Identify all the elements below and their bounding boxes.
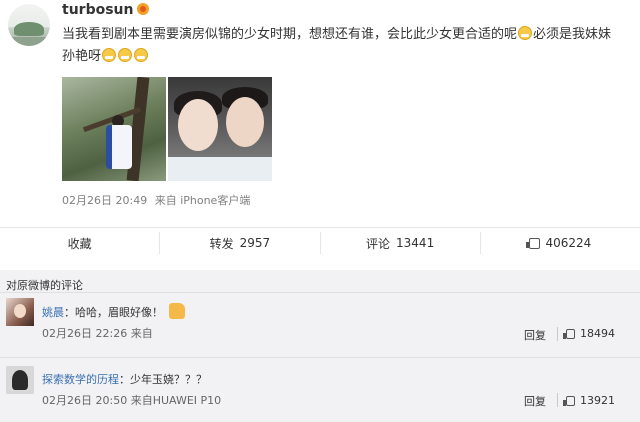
comments-title: 对原微博的评论 bbox=[6, 279, 83, 292]
thumb-up-icon bbox=[563, 395, 575, 406]
comment-date: 02月26日 20:50 bbox=[42, 394, 128, 407]
author-avatar[interactable] bbox=[8, 4, 50, 46]
separator bbox=[557, 393, 558, 407]
action-bar: 收藏 转发 2957 评论 13441 406224 bbox=[0, 228, 640, 258]
post-source: 来自 iPhone客户端 bbox=[154, 194, 251, 207]
commenter-name[interactable]: 姚晨 bbox=[42, 306, 64, 319]
comment-button[interactable]: 评论 13441 bbox=[321, 232, 481, 254]
post-meta: 02月26日 20:49 来自 iPhone客户端 bbox=[62, 192, 254, 208]
reply-button[interactable]: 回复 bbox=[524, 393, 546, 409]
comment-meta: 02月26日 22:26 来自 bbox=[42, 325, 153, 341]
repost-label: 转发 bbox=[209, 236, 234, 251]
favorite-button[interactable]: 收藏 bbox=[0, 232, 161, 254]
photo-clothing bbox=[168, 157, 272, 181]
author-name[interactable]: turbosun bbox=[62, 2, 150, 18]
avatar-ground-shape bbox=[8, 37, 50, 46]
divider bbox=[0, 357, 640, 358]
photo-face-left bbox=[178, 99, 218, 151]
comment-like-button[interactable]: 18494 bbox=[563, 327, 615, 340]
post-text-part1: 当我看到剧本里需要演房似锦的少女时期，想想还有谁，会比此少女更合适的呢 bbox=[62, 27, 518, 42]
comment-text-line: 姚晨：哈哈，眉眼好像！ bbox=[42, 303, 185, 320]
reply-button[interactable]: 回复 bbox=[524, 327, 546, 343]
divider bbox=[0, 292, 640, 293]
post-date[interactable]: 02月26日 20:49 bbox=[62, 194, 147, 207]
vip-badge-icon bbox=[137, 3, 150, 15]
avatar-tree-shape bbox=[14, 22, 44, 36]
thumbs-up-emoji-icon bbox=[169, 303, 185, 319]
grin-emoji-icon bbox=[134, 48, 149, 62]
commenter-name[interactable]: 探索数学的历程 bbox=[42, 373, 119, 386]
post-text: 当我看到剧本里需要演房似锦的少女时期，想想还有谁，会比此少女更合适的呢 必须是我妹… bbox=[62, 24, 622, 68]
post-photo-1[interactable] bbox=[62, 77, 166, 181]
comment-text: ：少年玉娆？？？ bbox=[119, 373, 207, 386]
comment-meta: 02月26日 20:50 来自HUAWEI P10 bbox=[42, 392, 221, 408]
favorite-label: 收藏 bbox=[67, 236, 92, 251]
like-button[interactable]: 406224 bbox=[481, 232, 640, 254]
commenter-avatar[interactable] bbox=[6, 298, 34, 326]
grin-emoji-icon bbox=[118, 48, 133, 62]
like-count: 406224 bbox=[545, 236, 592, 250]
repost-button[interactable]: 转发 2957 bbox=[160, 232, 321, 254]
comment-source: 来自 bbox=[130, 327, 153, 340]
author-name-label[interactable]: turbosun bbox=[62, 2, 133, 18]
comment-date: 02月26日 22:26 bbox=[42, 327, 128, 340]
comment-like-count: 13921 bbox=[580, 394, 615, 407]
photo-person-body bbox=[106, 125, 132, 169]
comment-text: ：哈哈，眉眼好像！ bbox=[64, 306, 163, 319]
commenter-avatar[interactable] bbox=[6, 366, 34, 394]
comment-label: 评论 bbox=[366, 236, 391, 251]
photo-face-right bbox=[226, 97, 264, 147]
comments-section: 对原微博的评论 姚晨：哈哈，眉眼好像！ 02月26日 22:26 来自 回复 1… bbox=[0, 270, 640, 422]
comment-source: 来自HUAWEI P10 bbox=[130, 394, 222, 407]
thumb-up-icon bbox=[526, 237, 541, 249]
grin-emoji-icon bbox=[518, 26, 533, 40]
post-photo-2[interactable] bbox=[168, 77, 272, 181]
repost-count: 2957 bbox=[239, 236, 271, 250]
comment-like-button[interactable]: 13921 bbox=[563, 394, 615, 407]
comment-like-count: 18494 bbox=[580, 327, 615, 340]
separator bbox=[557, 327, 558, 341]
comment-text-line: 探索数学的历程：少年玉娆？？？ bbox=[42, 371, 207, 387]
thumb-up-icon bbox=[563, 328, 575, 339]
grin-emoji-icon bbox=[102, 48, 117, 62]
comment-count: 13441 bbox=[396, 236, 435, 250]
